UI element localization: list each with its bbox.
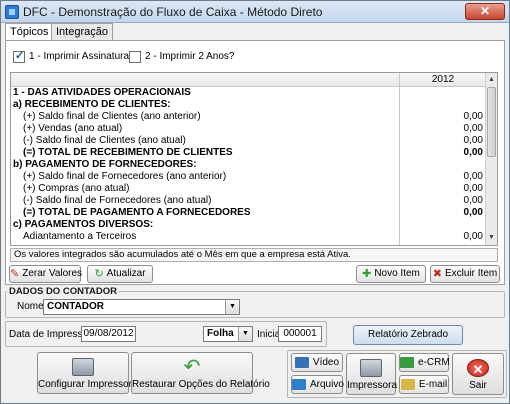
row-value: 0,00 <box>463 195 483 206</box>
print-two-years-label: 2 - Imprimir 2 Anos? <box>145 51 235 62</box>
undo-icon: ↶ <box>183 356 201 378</box>
print-signatures-label: 1 - Imprimir Assinaturas? <box>29 51 140 62</box>
grid-header: 2012 <box>11 73 486 87</box>
table-row[interactable]: (+) Compras (ano atual) 0,00 <box>11 183 486 195</box>
exit-icon: ✕ <box>467 359 489 377</box>
chevron-down-icon[interactable]: ▼ <box>225 300 239 314</box>
grid-vertical-scrollbar[interactable]: ▲ ▼ <box>485 73 497 245</box>
printer-button[interactable]: Impressora <box>346 353 397 395</box>
row-value: 0,00 <box>463 171 483 182</box>
print-signatures-checkbox[interactable] <box>13 49 25 63</box>
row-description: (=) TOTAL DE PAGAMENTO A FORNECEDORES <box>23 207 251 218</box>
row-value: 0,00 <box>463 207 483 218</box>
row-value: 0,00 <box>463 111 483 122</box>
table-row[interactable]: (+) Vendas (ano atual) 0,00 <box>11 123 486 135</box>
app-icon <box>5 5 19 19</box>
printer-icon <box>360 359 382 377</box>
print-date-input[interactable]: 09/08/2012 <box>81 326 136 342</box>
window-title: DFC - Demonstração do Fluxo de Caixa - M… <box>23 5 323 19</box>
title-bar[interactable]: DFC - Demonstração do Fluxo de Caixa - M… <box>1 1 509 23</box>
scroll-down-icon[interactable]: ▼ <box>486 233 497 243</box>
table-row[interactable]: (+) Saldo final de Fornecedores (ano ant… <box>11 171 486 183</box>
table-row[interactable]: b) PAGAMENTO DE FORNECEDORES: <box>11 159 486 171</box>
row-description: (+) Saldo final de Fornecedores (ano ant… <box>23 171 227 182</box>
monitor-icon <box>294 357 309 368</box>
table-row[interactable]: Adiantamento a Terceiros 0,00 <box>11 231 486 243</box>
row-description: b) PAGAMENTO DE FORNECEDORES: <box>13 159 197 170</box>
table-row[interactable]: (=) TOTAL DE PAGAMENTO A FORNECEDORES 0,0… <box>11 207 486 219</box>
accountant-group-title: DADOS DO CONTADOR <box>7 286 120 297</box>
restore-options-button[interactable]: ↶ Restaurar Opções do Relatório <box>131 352 270 394</box>
cash-flow-grid[interactable]: 2012 1 - DAS ATIVIDADES OPERACIONAIS a) R… <box>10 72 498 246</box>
grid-body: 1 - DAS ATIVIDADES OPERACIONAIS a) RECEBI… <box>11 87 486 245</box>
ecrm-icon <box>400 357 414 368</box>
sheet-type-value: Folha <box>207 328 234 339</box>
row-value: 0,00 <box>463 147 483 158</box>
print-two-years-checkbox[interactable] <box>129 51 141 63</box>
ecrm-button[interactable]: e-CRM <box>399 353 450 372</box>
row-description: (-) Saldo final de Clientes (ano atual) <box>23 135 186 146</box>
table-row[interactable]: (=) TOTAL DE RECEBIMENTO DE CLIENTES 0,00 <box>11 147 486 159</box>
dfc-window: DFC - Demonstração do Fluxo de Caixa - M… <box>0 0 510 404</box>
file-button[interactable]: Arquivo <box>291 375 344 394</box>
exit-button[interactable]: ✕ Sair <box>452 353 504 395</box>
broom-icon: ✎ <box>10 268 20 280</box>
row-description: (+) Saldo final de Clientes (ano anterio… <box>23 111 201 122</box>
table-row[interactable]: (-) Saldo final de Clientes (ano atual) 0… <box>11 135 486 147</box>
table-row[interactable]: a) RECEBIMENTO DE CLIENTES: <box>11 99 486 111</box>
scroll-up-icon[interactable]: ▲ <box>486 75 497 85</box>
row-description: (+) Vendas (ano atual) <box>23 123 123 134</box>
printer-icon <box>72 358 94 376</box>
delete-icon: ✖ <box>432 268 442 280</box>
zebra-report-button[interactable]: Relatório Zebrado <box>353 325 463 345</box>
row-description: (+) Compras (ano atual) <box>23 183 130 194</box>
table-row[interactable]: c) PAGAMENTOS DIVERSOS: <box>11 219 486 231</box>
row-description: 1 - DAS ATIVIDADES OPERACIONAIS <box>13 87 191 98</box>
year-column-header: 2012 <box>399 73 486 87</box>
update-button[interactable]: ↻ Atualizar <box>87 265 153 283</box>
row-description: (-) Saldo final de Fornecedores (ano atu… <box>23 195 212 206</box>
email-button[interactable]: E-mail <box>399 375 449 394</box>
row-value: 0,00 <box>463 123 483 134</box>
delete-item-button[interactable]: ✖ Excluir Item <box>430 265 500 283</box>
save-icon <box>292 379 306 390</box>
tab-integracao[interactable]: Integração <box>51 23 113 41</box>
row-value: 0,00 <box>463 135 483 146</box>
row-value: 0,00 <box>463 183 483 194</box>
row-value: 0,00 <box>463 231 483 242</box>
table-row[interactable]: (+) Saldo final de Clientes (ano anterio… <box>11 111 486 123</box>
window-close-button[interactable]: ✕ <box>465 3 505 20</box>
sheet-type-select[interactable]: Folha ▼ <box>203 326 253 342</box>
table-row[interactable]: 1 - DAS ATIVIDADES OPERACIONAIS <box>11 87 486 99</box>
plus-icon: ✚ <box>362 268 372 280</box>
envelope-icon <box>400 379 415 390</box>
row-description: c) PAGAMENTOS DIVERSOS: <box>13 219 154 230</box>
reset-values-button[interactable]: ✎ Zerar Valores <box>9 265 82 283</box>
accountant-name-select[interactable]: CONTADOR ▼ <box>43 299 240 315</box>
video-button[interactable]: Vídeo <box>291 353 343 372</box>
table-row[interactable]: (-) Saldo final de Fornecedores (ano atu… <box>11 195 486 207</box>
start-page-input[interactable]: 000001 <box>278 326 322 342</box>
accountant-name-label: Nome <box>17 301 44 312</box>
row-description: (=) TOTAL DE RECEBIMENTO DE CLIENTES <box>23 147 233 158</box>
accountant-name-value: CONTADOR <box>47 301 105 312</box>
new-item-button[interactable]: ✚ Novo Item <box>356 265 426 283</box>
scroll-thumb[interactable] <box>487 87 496 157</box>
integration-info-note: Os valores integrados são acumulados até… <box>10 248 498 262</box>
row-description: a) RECEBIMENTO DE CLIENTES: <box>13 99 171 110</box>
chevron-down-icon[interactable]: ▼ <box>238 327 252 341</box>
configure-printer-button[interactable]: Configurar Impressora <box>37 352 137 394</box>
refresh-icon: ↻ <box>94 268 104 280</box>
row-description: Adiantamento a Terceiros <box>23 231 137 242</box>
